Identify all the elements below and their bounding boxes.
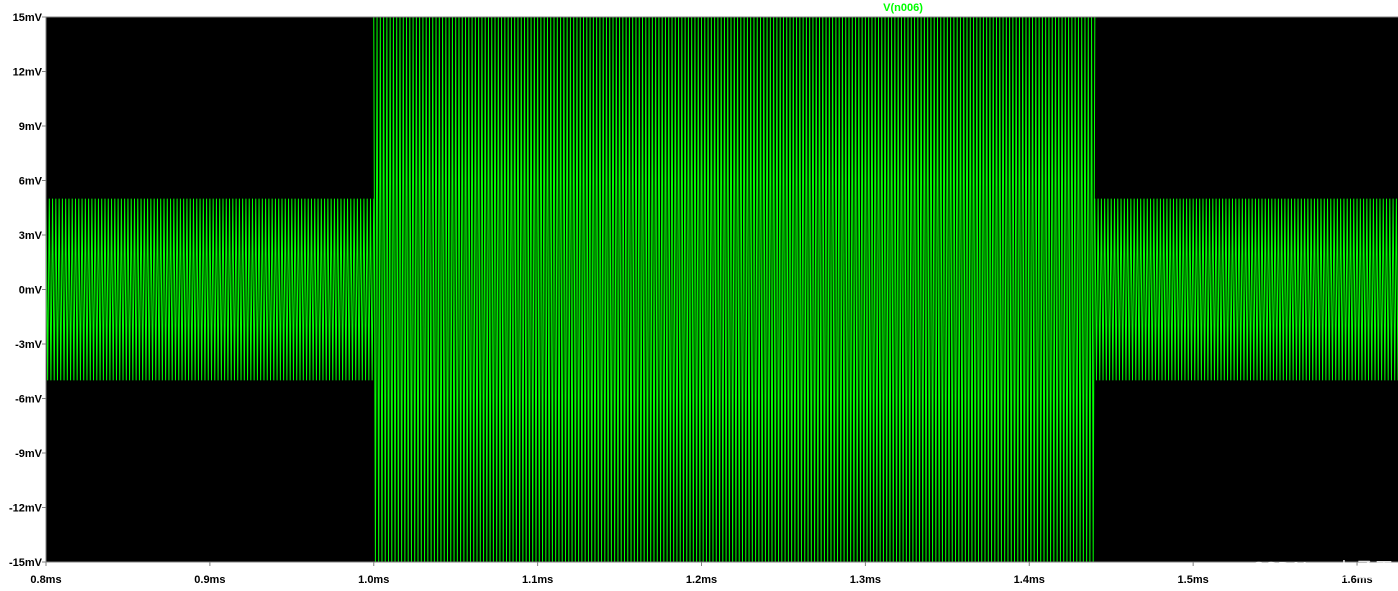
x-tick-label: 1.3ms [850, 574, 881, 586]
x-tick-label: 1.2ms [686, 574, 717, 586]
y-tick-label: -6mV [15, 394, 43, 406]
y-axis-ticks: 15mV 12mV 9mV 6mV 3mV 0mV -3mV -6mV -9mV -12mV -15… [9, 12, 46, 569]
x-tick-label: 1.5ms [1178, 574, 1209, 586]
y-tick-label: -15mV [9, 557, 43, 569]
y-tick-label: 15mV [13, 12, 43, 24]
x-axis-ticks: 0.8ms 0.9ms 1.0ms 1.1ms 1.2ms 1.3ms 1.4ms 1.5ms… [30, 562, 1373, 586]
x-tick-label: 1.4ms [1014, 574, 1045, 586]
x-tick-label: 0.9ms [194, 574, 225, 586]
watermark-text: CSDN @吉孟雷 [1251, 558, 1394, 582]
waveform-plot: 15mV 12mV 9mV 6mV 3mV 0mV -3mV -6mV -9mV -12mV -15… [9, 2, 1398, 586]
y-tick-label: -9mV [15, 448, 43, 460]
legend-series-label[interactable]: V(n006) [883, 2, 923, 14]
x-tick-label: 0.8ms [30, 574, 61, 586]
y-tick-label: 3mV [19, 230, 43, 242]
y-tick-label: -12mV [9, 503, 43, 515]
y-tick-label: 0mV [19, 285, 43, 297]
y-tick-label: 9mV [19, 121, 43, 133]
x-tick-label: 1.1ms [522, 574, 553, 586]
y-tick-label: -3mV [15, 339, 43, 351]
y-tick-label: 6mV [19, 176, 43, 188]
x-tick-label: 1.0ms [358, 574, 389, 586]
y-tick-label: 12mV [13, 67, 43, 79]
